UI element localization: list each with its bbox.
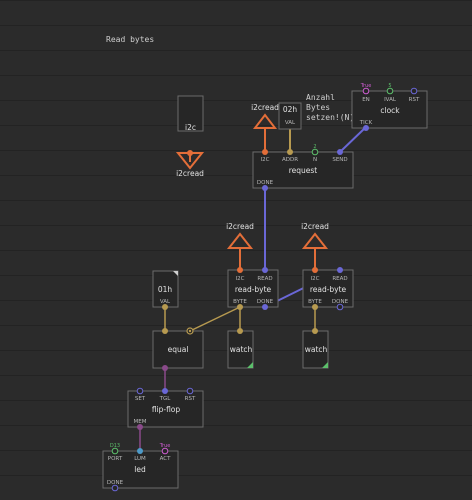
read-byte-1-byte-pin[interactable] [237,304,243,310]
const-01h-node[interactable]: 01h VAL [152,270,179,310]
comment-read-bytes[interactable]: Read bytes [106,35,154,44]
request-i2c-pin[interactable] [262,149,268,155]
flip-flop-tgl-label: TGL [159,396,172,402]
flip-flop-rst-pin[interactable] [186,387,194,395]
flip-flop-set-label: SET [135,396,146,402]
watch-node-1[interactable]: watch [227,328,254,369]
request-n-pin[interactable] [311,148,319,156]
patch-canvas[interactable]: Read bytes Anzahl Bytes setzen!(N) i2c i… [0,0,472,500]
request-addr-pin[interactable] [287,149,293,155]
read-byte-1-read-pin[interactable] [262,267,268,273]
request-n-label: N [313,157,317,163]
led-act-pin[interactable] [161,447,169,455]
flip-flop-node[interactable]: SET TGL RST flip-flop MEM [127,387,204,430]
led-lum-pin[interactable] [137,448,143,454]
read-byte-1-read-label: READ [257,276,272,282]
watch-node-2[interactable]: watch [302,328,329,369]
i2cread-bus-rb1-node[interactable]: i2cread [226,222,254,249]
request-node[interactable]: 2 I2C ADDR N SEND request DONE [252,144,354,191]
watch-1-input-pin[interactable] [237,328,243,334]
led-label: led [134,465,146,474]
request-done-pin[interactable] [262,185,268,191]
bus-triangle-icon [226,232,254,249]
addr-constant-node[interactable]: 02h VAL [278,102,302,130]
equal-input-2-dot [188,329,192,333]
equal-input-1-pin[interactable] [162,328,168,334]
read-byte-node-2[interactable]: I2C READ read-byte BYTE DONE [302,267,354,311]
led-act-label: ACT [160,456,172,462]
i2cread-bus-rb2-label: i2cread [301,222,329,231]
i2cread-bus-up-node[interactable]: i2cread [251,103,279,129]
request-send-pin[interactable] [337,149,343,155]
flip-flop-tgl-pin[interactable] [162,388,168,394]
led-port-label: PORT [108,456,123,462]
led-lum-label: LUM [134,456,146,462]
equal-node[interactable]: equal [152,327,204,371]
link-tick-to-send[interactable] [339,127,366,153]
addr-constant-label: 02h [283,105,298,114]
read-byte-1-done-pin[interactable] [262,304,268,310]
read-byte-2-done-pin[interactable] [336,303,344,311]
request-i2c-label: I2C [261,157,270,163]
request-label: request [289,166,318,175]
clock-en-pin[interactable] [362,87,370,95]
clock-node[interactable]: True 5 EN IVAL RST clock TICK [351,83,428,131]
const-01h-output-pin[interactable] [162,304,168,310]
read-byte-2-read-label: READ [332,276,347,282]
read-byte-2-read-pin[interactable] [337,267,343,273]
clock-en-label: EN [362,97,370,103]
bus-triangle-icon [252,113,278,129]
read-byte-1-i2c-label: I2C [236,276,245,282]
link-byte-to-equal[interactable] [189,306,241,332]
watch-2-label: watch [305,345,328,354]
led-node[interactable]: D13 True PORT LUM ACT led DONE [102,443,179,492]
clock-ival-label: IVAL [384,97,397,103]
flip-flop-set-pin[interactable] [136,387,144,395]
read-byte-2-label: read-byte [310,285,347,294]
flip-flop-rst-label: RST [185,396,196,402]
bus-triangle-icon [301,232,329,249]
read-byte-2-i2c-label: I2C [311,276,320,282]
watch-1-label: watch [230,345,253,354]
i2c-node-label: i2c [185,123,196,132]
flip-flop-label: flip-flop [152,405,181,414]
read-byte-1-label: read-byte [235,285,272,294]
clock-rst-pin[interactable] [410,87,418,95]
const-01h-label: 01h [158,285,173,294]
clock-tick-pin[interactable] [363,125,369,131]
comment-anzahl-line3[interactable]: setzen!(N) [306,113,354,122]
read-byte-1-i2c-pin[interactable] [237,267,243,273]
led-done-pin[interactable] [111,484,119,492]
clock-label: clock [380,106,400,115]
i2c-node[interactable]: i2c [177,95,204,156]
read-byte-2-i2c-pin[interactable] [312,267,318,273]
watch-2-input-pin[interactable] [312,328,318,334]
i2cread-bus-rb1-label: i2cread [226,222,254,231]
flip-flop-mem-pin[interactable] [137,424,143,430]
i2cread-bus-up-label: i2cread [251,103,279,112]
request-addr-label: ADDR [282,157,298,163]
i2cread-bus-down-label: i2cread [176,169,204,178]
clock-rst-label: RST [409,97,420,103]
clock-ival-pin[interactable] [386,87,394,95]
read-byte-node-1[interactable]: I2C READ read-byte BYTE DONE [227,267,279,310]
i2cread-bus-rb2-node[interactable]: i2cread [301,222,329,249]
led-port-pin[interactable] [111,447,119,455]
request-send-label: SEND [332,157,347,163]
equal-output-pin[interactable] [162,365,168,371]
equal-label: equal [168,345,189,354]
read-byte-2-byte-pin[interactable] [312,304,318,310]
comment-anzahl-line1[interactable]: Anzahl [306,93,335,102]
addr-constant-pin-label: VAL [285,120,296,126]
comment-anzahl-line2[interactable]: Bytes [306,103,330,112]
